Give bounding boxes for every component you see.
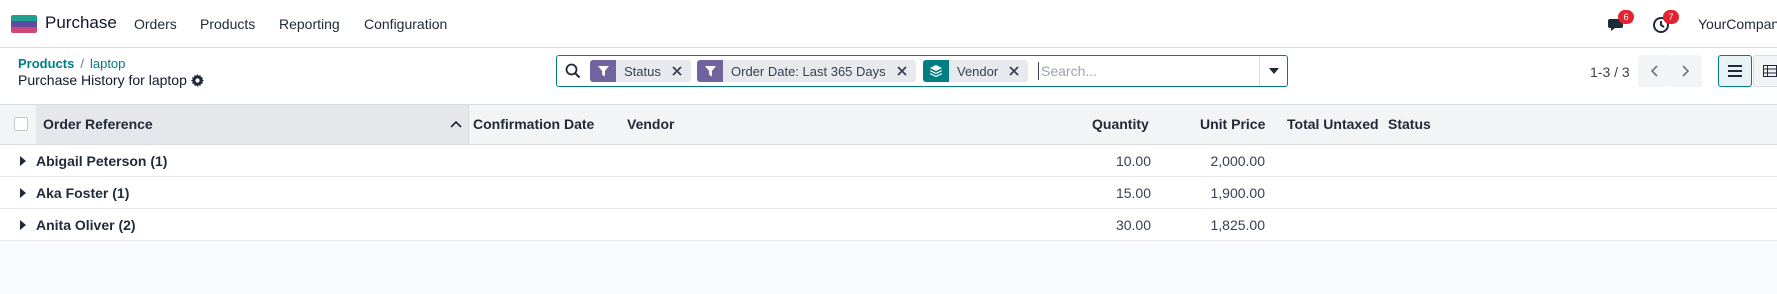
facet-order-date[interactable]: Order Date: Last 365 Days [697, 60, 916, 82]
control-panel: Products / laptop Purchase History for lap… [0, 48, 1777, 105]
layers-icon [923, 60, 949, 82]
group-name: Aka Foster (1) [36, 185, 130, 201]
group-unit-price: 2,000.00 [1210, 153, 1266, 169]
search-input[interactable] [1038, 62, 1258, 80]
group-quantity: 30.00 [1115, 217, 1151, 233]
column-unit-price[interactable]: Unit Price [1200, 116, 1265, 132]
chevron-right-icon [1682, 65, 1690, 77]
menu-orders[interactable]: Orders [134, 16, 177, 32]
column-order-reference[interactable]: Order Reference [43, 116, 153, 132]
pager-previous-button[interactable] [1638, 55, 1670, 87]
messages-icon[interactable]: 6 [1607, 10, 1634, 34]
caret-right-icon [20, 188, 26, 198]
list-header: Order Reference Confirmation Date Vendor… [0, 105, 1777, 145]
purchase-app-icon[interactable] [11, 15, 37, 33]
activities-badge: 7 [1663, 10, 1679, 24]
breadcrumb: Products / laptop [18, 56, 125, 71]
caret-right-icon [20, 156, 26, 166]
pager-value[interactable]: 1-3 / 3 [1590, 64, 1630, 80]
chevron-left-icon [1650, 65, 1658, 77]
group-row[interactable]: Abigail Peterson (1) 10.00 2,000.00 [0, 145, 1777, 177]
column-quantity[interactable]: Quantity [1092, 116, 1149, 132]
group-quantity: 15.00 [1115, 185, 1151, 201]
pivot-view-button[interactable] [1753, 55, 1777, 87]
facet-status[interactable]: Status [590, 60, 691, 82]
top-navbar: Purchase Orders Products Reporting Confi… [0, 0, 1777, 48]
pager-next-button[interactable] [1670, 55, 1702, 87]
menu-reporting[interactable]: Reporting [279, 16, 340, 32]
menu-products[interactable]: Products [200, 16, 255, 32]
group-name: Abigail Peterson (1) [36, 153, 168, 169]
breadcrumb-separator: / [80, 56, 84, 71]
group-unit-price: 1,900.00 [1210, 185, 1266, 201]
group-name: Anita Oliver (2) [36, 217, 136, 233]
facet-label: Order Date: Last 365 Days [731, 63, 886, 79]
column-total-untaxed[interactable]: Total Untaxed [1287, 116, 1379, 132]
close-icon[interactable] [669, 63, 685, 79]
list-view-button[interactable] [1718, 55, 1752, 87]
messages-badge: 6 [1618, 10, 1634, 24]
column-divider [468, 105, 469, 144]
sort-ascending-icon[interactable] [450, 119, 462, 129]
select-all-checkbox[interactable] [14, 117, 28, 131]
menu-configuration[interactable]: Configuration [364, 16, 447, 32]
group-unit-price: 1,825.00 [1210, 217, 1266, 233]
gear-icon[interactable] [190, 73, 204, 87]
facet-vendor-groupby[interactable]: Vendor [923, 60, 1029, 82]
caret-down-icon [1269, 68, 1279, 74]
grid-icon [1763, 65, 1777, 77]
activity-clock-icon[interactable]: 7 [1652, 10, 1679, 34]
list-icon [1728, 65, 1742, 77]
group-row[interactable]: Anita Oliver (2) 30.00 1,825.00 [0, 209, 1777, 241]
search-options-toggle[interactable] [1260, 56, 1288, 86]
close-icon[interactable] [894, 63, 910, 79]
page-title-text: Purchase History for laptop [18, 72, 187, 88]
facet-label: Vendor [957, 63, 999, 79]
filter-icon [697, 60, 723, 82]
breadcrumb-products[interactable]: Products [18, 56, 74, 71]
column-confirmation-date[interactable]: Confirmation Date [473, 116, 594, 132]
breadcrumb-laptop[interactable]: laptop [90, 56, 125, 71]
search-icon[interactable] [565, 63, 581, 79]
close-icon[interactable] [1006, 63, 1022, 79]
column-vendor[interactable]: Vendor [627, 116, 674, 132]
caret-right-icon [20, 220, 26, 230]
app-name[interactable]: Purchase [45, 13, 117, 33]
group-quantity: 10.00 [1115, 153, 1151, 169]
company-switcher[interactable]: YourCompany [1698, 16, 1777, 32]
search-bar: Status Order Date: Last 365 Days Vendor [556, 55, 1288, 87]
page-title: Purchase History for laptop [18, 72, 204, 88]
filter-icon [590, 60, 616, 82]
column-status[interactable]: Status [1388, 116, 1431, 132]
facet-label: Status [624, 63, 661, 79]
group-row[interactable]: Aka Foster (1) 15.00 1,900.00 [0, 177, 1777, 209]
